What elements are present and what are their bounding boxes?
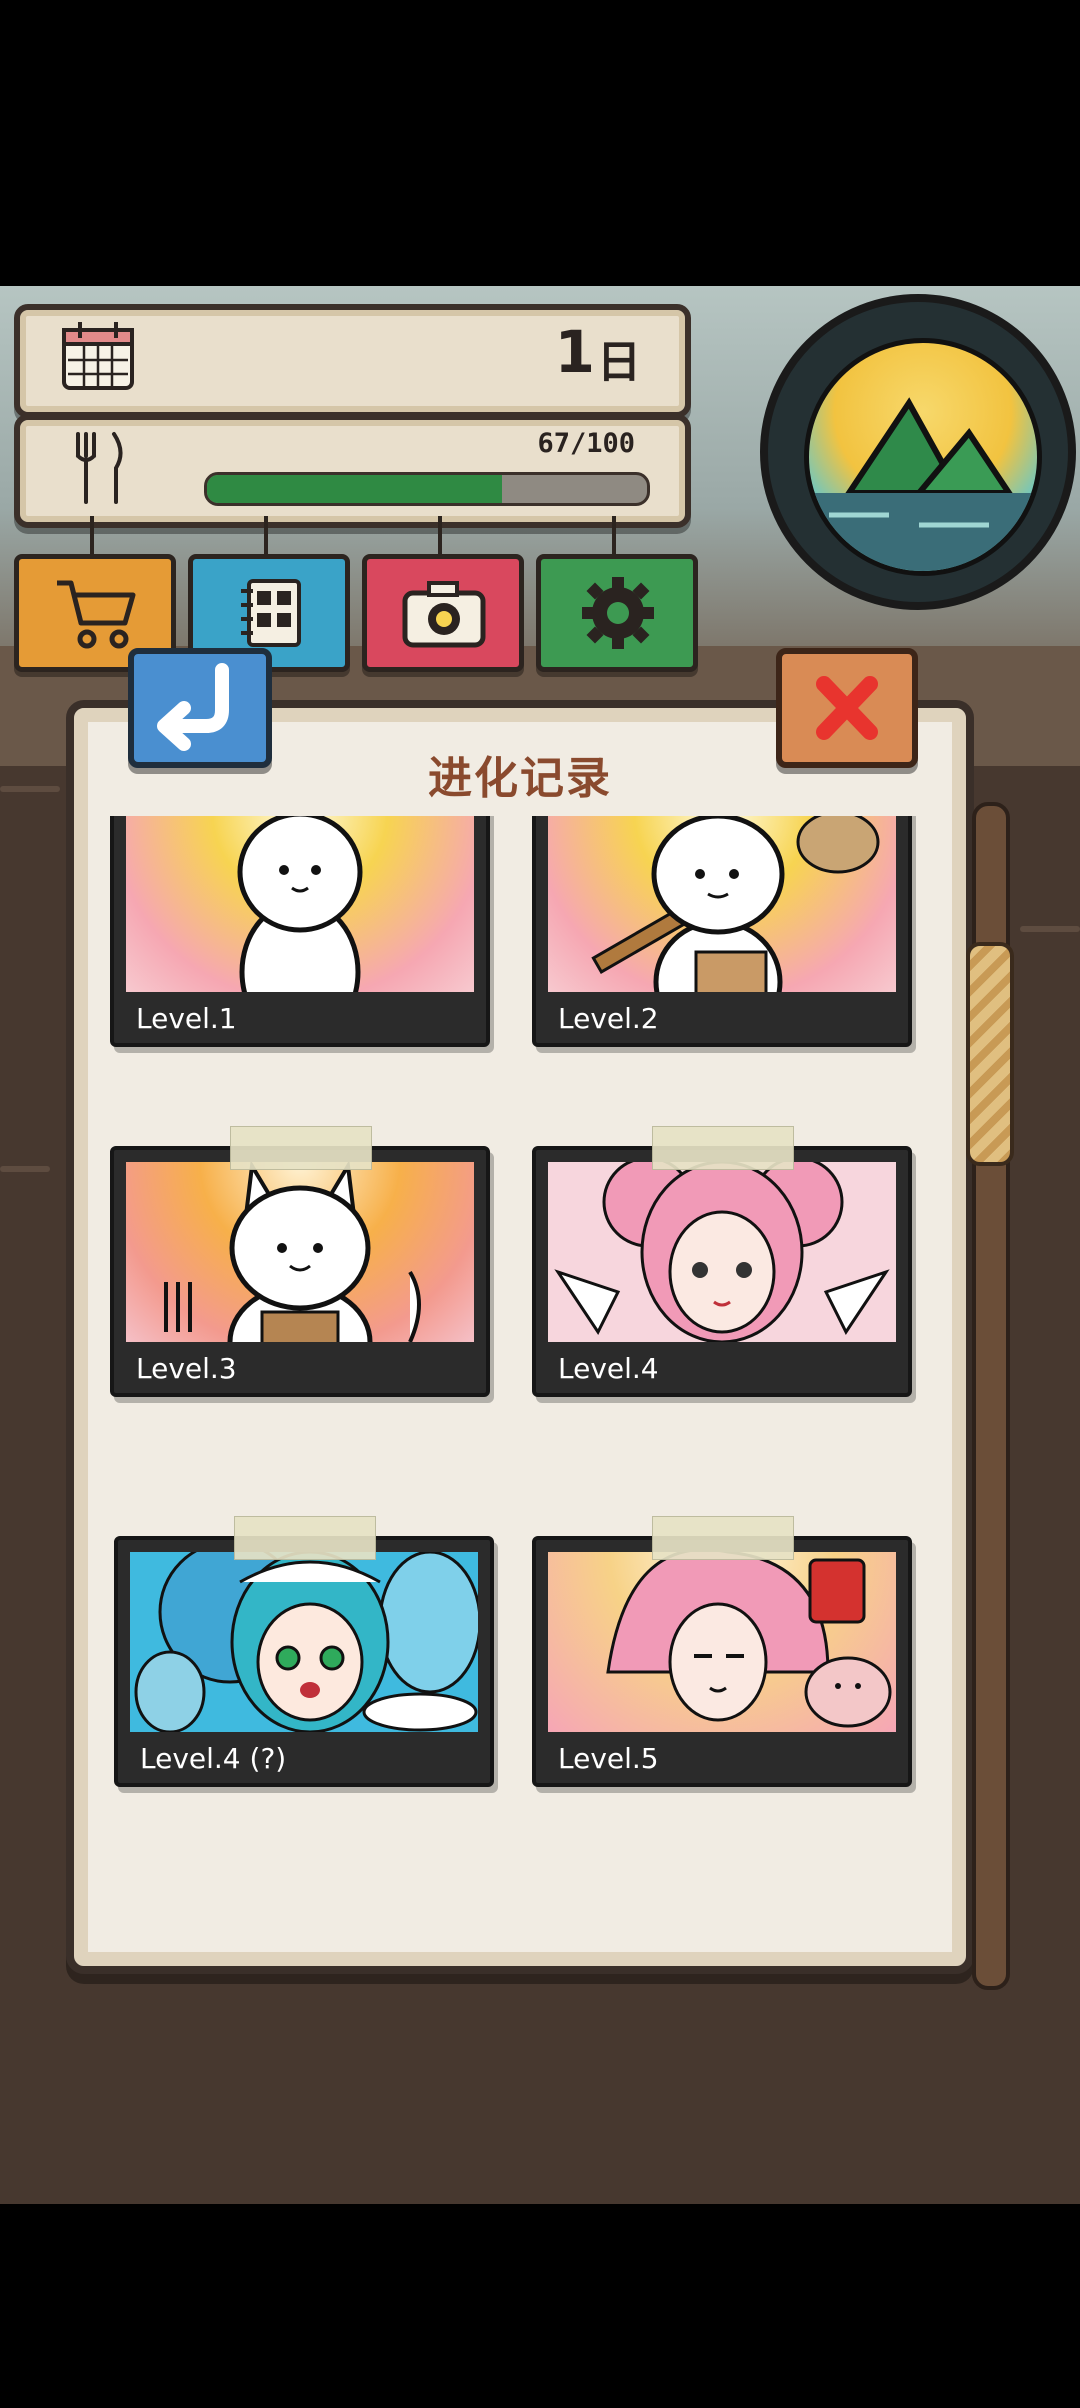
food-progress-fill [207,475,502,503]
record-label: Level.3 [136,1352,237,1385]
scrollbar-thumb[interactable] [966,942,1014,1166]
record-card-level-1[interactable]: Level.1 [110,816,490,1047]
location-badge[interactable] [760,294,1076,610]
gear-icon [582,577,654,649]
return-arrow-icon [157,663,229,751]
ground-streak [0,1166,50,1172]
record-card-level-4-alt[interactable]: Level.4 (?) [114,1536,494,1787]
record-card-level-3[interactable]: Level.3 [110,1146,490,1397]
record-label: Level.4 [558,1352,659,1385]
hanging-string [438,516,442,556]
day-number: 1 [554,318,595,386]
record-card-level-5[interactable]: Level.5 [532,1536,912,1787]
record-grid: Level.1 Level.2 Level.3 Level.4 Level.4 … [96,816,946,1956]
record-label: Level.1 [136,1002,237,1035]
mountain-icon [804,338,1042,576]
game-screen: 1 日 67/100 进化记录 Level.1 Level.2 Level.3 … [0,286,1080,2204]
hanging-string [264,516,268,556]
hanging-string [612,516,616,556]
record-label: Level.4 (?) [140,1742,287,1775]
record-card-level-4[interactable]: Level.4 [532,1146,912,1397]
day-bar: 1 日 [14,304,691,418]
tape-decoration [652,1516,794,1560]
fork-knife-icon [64,428,144,508]
food-counter: 67/100 [537,428,635,459]
record-label: Level.5 [558,1742,659,1775]
ground-streak [1020,926,1080,932]
record-label: Level.2 [558,1002,659,1035]
character-art [548,1162,896,1342]
album-icon [241,579,301,647]
ground-streak [0,786,60,792]
camera-button[interactable] [362,554,524,672]
close-icon [816,676,878,740]
food-progress-bar [204,472,650,506]
back-button[interactable] [128,648,272,768]
character-art [130,1552,478,1732]
character-art [548,1552,896,1732]
tape-decoration [652,1126,794,1170]
hanging-string [90,516,94,556]
tape-decoration [234,1516,376,1560]
calendar-icon [58,316,138,396]
food-bar: 67/100 [14,414,691,528]
tape-decoration [230,1126,372,1170]
character-art [548,816,896,992]
camera-icon [402,581,486,648]
day-unit: 日 [597,337,641,388]
record-card-level-2[interactable]: Level.2 [532,816,912,1047]
close-button[interactable] [776,648,918,768]
character-art [126,1162,474,1342]
cart-icon [57,580,136,649]
character-art [126,816,474,992]
settings-button[interactable] [536,554,698,672]
